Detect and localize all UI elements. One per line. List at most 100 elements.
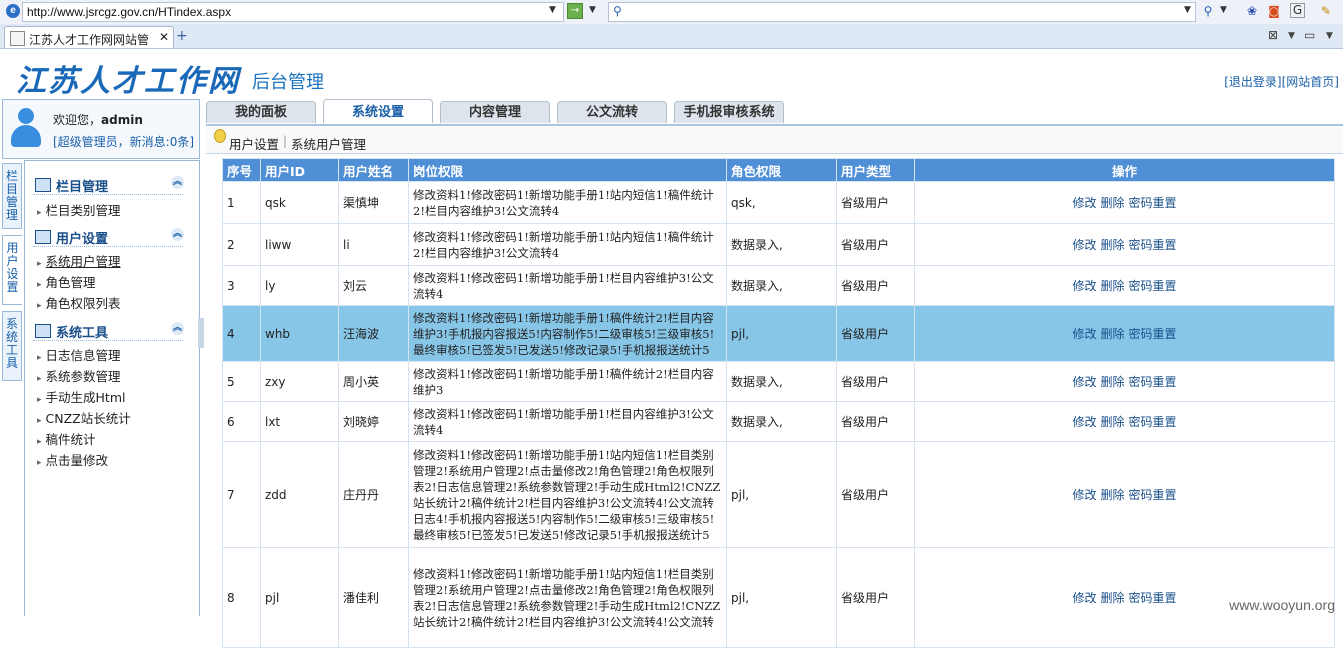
browser-tab[interactable]: 江苏人才工作网网站管 ✕ [4, 26, 174, 48]
sidebar-splitter[interactable] [198, 318, 204, 348]
collapse-icon[interactable]: ︽ [171, 228, 184, 241]
edit-link[interactable]: 修改 [1072, 591, 1096, 605]
tab-doc-flow[interactable]: 公文流转 [557, 101, 667, 123]
tab-system-settings[interactable]: 系统设置 [323, 99, 433, 123]
table-row: 5 zxy 周小英 修改资料1!修改密码1!新增功能手册1!稿件统计2!栏目内容维护3… [222, 361, 1335, 402]
pencil-icon[interactable]: ✎ [1318, 3, 1334, 19]
window-icon[interactable]: ▭ [1304, 28, 1315, 42]
window-menu-icon[interactable]: ▼ [1326, 31, 1333, 41]
nav-group-title: 用户设置 [56, 232, 109, 247]
tab-content-manage[interactable]: 内容管理 [440, 101, 550, 123]
folder-icon [35, 178, 51, 192]
tab-menu-icon[interactable]: ▼ [1288, 31, 1295, 41]
role-text[interactable]: [超级管理员，新消息:0条] [53, 133, 194, 150]
edit-link[interactable]: 修改 [1072, 327, 1096, 341]
delete-link[interactable]: 删除 [1100, 415, 1124, 429]
nav-item-cnzz[interactable]: CNZZ站长统计 [37, 408, 131, 427]
reset-password-link[interactable]: 密码重置 [1129, 327, 1177, 341]
cell-user-name: 周小英 [338, 361, 409, 402]
nav-item-system-users[interactable]: 系统用户管理 [37, 251, 121, 270]
cell-permissions: 修改资料1!修改密码1!新增功能手册1!栏目内容维护3!公文流转4 [408, 265, 727, 306]
reset-password-link[interactable]: 密码重置 [1129, 238, 1177, 252]
col-header-ops: 操作 [914, 158, 1335, 182]
side-tab-system-tools[interactable]: 系统工具 [2, 311, 22, 381]
url-dropdown-icon[interactable]: ▼ [549, 5, 556, 15]
cell-role: 数据录入, [726, 401, 837, 442]
cell-role: 数据录入, [726, 361, 837, 402]
nav-group-user-settings[interactable]: 用户设置 ︽ [35, 228, 184, 247]
side-tab-label: 系统工具 [6, 317, 19, 370]
nav-item-roles[interactable]: 角色管理 [37, 272, 96, 291]
nav-item-role-permissions[interactable]: 角色权限列表 [37, 293, 121, 312]
google-icon[interactable]: G [1290, 3, 1305, 18]
cell-user-type: 省级用户 [836, 265, 915, 306]
reset-password-link[interactable]: 密码重置 [1129, 415, 1177, 429]
delete-link[interactable]: 删除 [1100, 375, 1124, 389]
collapse-icon[interactable]: ︽ [171, 322, 184, 335]
tab-mobile-review[interactable]: 手机报审核系统 [674, 101, 784, 123]
side-tab-column-manage[interactable]: 栏目管理 [2, 163, 22, 229]
edit-link[interactable]: 修改 [1072, 279, 1096, 293]
table-row: 3 ly 刘云 修改资料1!修改密码1!新增功能手册1!栏目内容维护3!公文流转4 数据… [222, 265, 1335, 306]
cell-user-name: 渠慎坤 [338, 181, 409, 224]
close-all-icon[interactable]: ⊠ [1268, 28, 1278, 42]
nav-item-gen-html[interactable]: 手动生成Html [37, 387, 126, 406]
reset-password-link[interactable]: 密码重置 [1129, 279, 1177, 293]
delete-link[interactable]: 删除 [1100, 591, 1124, 605]
logout-link[interactable]: [退出登录] [1224, 75, 1281, 89]
feed-icon[interactable]: ◙ [1266, 3, 1282, 19]
search-dropdown-icon[interactable]: ▼ [1184, 5, 1191, 15]
close-tab-icon[interactable]: ✕ [159, 30, 169, 44]
cell-user-name: 庄丹丹 [338, 441, 409, 548]
nav-item-label: 角色管理 [45, 275, 96, 290]
page-icon [10, 31, 25, 46]
cell-role: 数据录入, [726, 265, 837, 306]
cell-user-type: 省级用户 [836, 441, 915, 548]
delete-link[interactable]: 删除 [1100, 238, 1124, 252]
go-dropdown-icon[interactable]: ▼ [589, 5, 596, 15]
nav-item-logs[interactable]: 日志信息管理 [37, 345, 121, 364]
go-icon[interactable]: → [567, 3, 583, 19]
col-header-perm: 岗位权限 [408, 158, 727, 182]
nav-item-clicks[interactable]: 点击量修改 [37, 450, 109, 469]
nav-item-column-type[interactable]: 栏目类别管理 [37, 200, 121, 219]
paw-icon[interactable]: ❀ [1244, 3, 1260, 19]
edit-link[interactable]: 修改 [1072, 415, 1096, 429]
delete-link[interactable]: 删除 [1100, 327, 1124, 341]
reset-password-link[interactable]: 密码重置 [1129, 196, 1177, 210]
cell-actions: 修改 删除 密码重置 [914, 441, 1335, 548]
side-tab-user-settings[interactable]: 用户设置 [2, 235, 22, 305]
delete-link[interactable]: 删除 [1100, 279, 1124, 293]
url-input[interactable]: http://www.jsrcgz.gov.cn/HTindex.aspx [22, 2, 564, 22]
search-input[interactable]: ⚲ [608, 2, 1196, 22]
edit-link[interactable]: 修改 [1072, 238, 1096, 252]
delete-link[interactable]: 删除 [1100, 488, 1124, 502]
cell-actions: 修改 删除 密码重置 [914, 401, 1335, 442]
site-home-link[interactable]: [网站首页] [1282, 75, 1339, 89]
nav-group-column-manage[interactable]: 栏目管理 ︽ [35, 176, 184, 195]
cell-user-name: li [338, 223, 409, 266]
tab-my-panel[interactable]: 我的面板 [206, 101, 316, 123]
search-options-icon[interactable]: ▼ [1220, 5, 1227, 15]
nav-item-article-stats[interactable]: 稿件统计 [37, 429, 96, 448]
nav-item-label: CNZZ站长统计 [45, 411, 131, 426]
new-tab-icon[interactable]: + [176, 28, 188, 44]
reset-password-link[interactable]: 密码重置 [1129, 591, 1177, 605]
cell-user-type: 省级用户 [836, 305, 915, 362]
cell-actions: 修改 删除 密码重置 [914, 361, 1335, 402]
cell-user-name: 汪海波 [338, 305, 409, 362]
cell-user-id: zdd [260, 441, 339, 548]
collapse-icon[interactable]: ︽ [171, 176, 184, 189]
edit-link[interactable]: 修改 [1072, 375, 1096, 389]
cell-role: pjl, [726, 547, 837, 648]
cell-permissions: 修改资料1!修改密码1!新增功能手册1!站内短信1!稿件统计2!栏目内容维护3!… [408, 223, 727, 266]
nav-item-params[interactable]: 系统参数管理 [37, 366, 121, 385]
nav-group-system-tools[interactable]: 系统工具 ︽ [35, 322, 184, 341]
edit-link[interactable]: 修改 [1072, 488, 1096, 502]
reset-password-link[interactable]: 密码重置 [1129, 488, 1177, 502]
welcome-text: 欢迎您，admin [53, 111, 143, 128]
delete-link[interactable]: 删除 [1100, 196, 1124, 210]
edit-link[interactable]: 修改 [1072, 196, 1096, 210]
reset-password-link[interactable]: 密码重置 [1129, 375, 1177, 389]
search-go-icon[interactable]: ⚲ [1200, 3, 1216, 19]
